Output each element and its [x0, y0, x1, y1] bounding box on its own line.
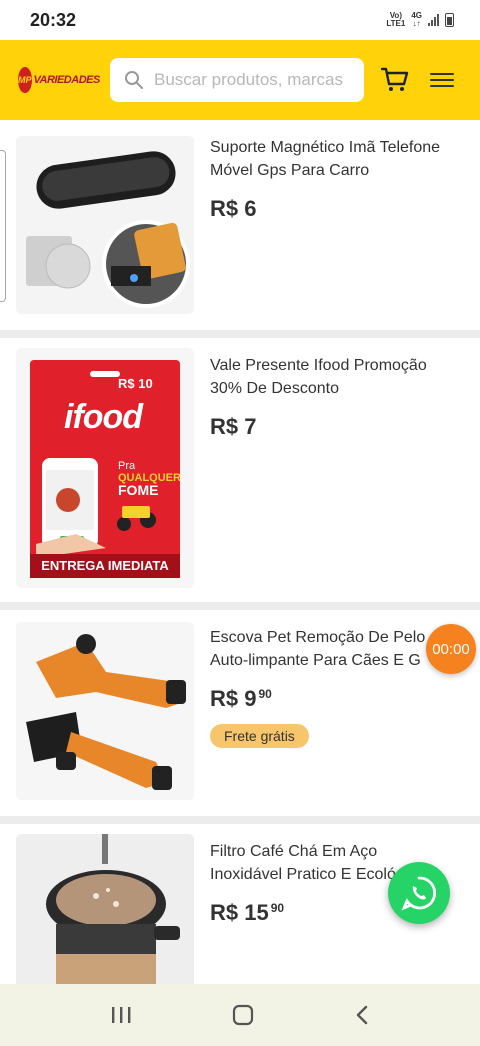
product-image[interactable]: [16, 622, 194, 800]
app-header: MP VARIEDADES: [0, 40, 480, 120]
product-image[interactable]: [16, 834, 194, 984]
search-icon: [125, 71, 143, 89]
product-image[interactable]: R$ 10 ifood Pra QUALQUER FOME ENTREGA IM…: [16, 348, 194, 588]
timer-bubble[interactable]: 00:00: [426, 624, 476, 674]
product-info: Suporte Magnético Imã Telefone Móvel Gps…: [210, 136, 472, 222]
status-bar: 20:32 Vo) LTE1 4G ↓↑: [0, 0, 480, 40]
product-title[interactable]: Suporte Magnético Imã Telefone Móvel Gps…: [210, 136, 472, 182]
back-icon[interactable]: [354, 1004, 370, 1026]
product-info: Vale Presente Ifood Promoção 30% De Desc…: [210, 354, 472, 440]
logo-mark: MP: [18, 67, 32, 93]
system-nav-bar: [0, 984, 480, 1046]
product-price: R$ 9 90: [210, 686, 272, 711]
gift-card-banner: ENTREGA IMEDIATA: [41, 558, 169, 573]
pet-brush-image: [16, 622, 194, 800]
gift-card-tagline: Pra QUALQUER FOME: [118, 460, 181, 498]
magnetic-phone-holder-image: [16, 136, 194, 314]
data-indicator: 4G ↓↑: [411, 11, 422, 28]
search-input[interactable]: [154, 70, 354, 90]
gift-card-value: R$ 10: [118, 376, 153, 391]
search-box[interactable]: [110, 58, 364, 102]
product-card[interactable]: Escova Pet Remoção De Pelo Auto-limpante…: [0, 610, 480, 816]
cart-icon: [381, 67, 409, 91]
product-image[interactable]: [16, 136, 194, 314]
battery-icon: [445, 13, 454, 27]
logo-text: VARIEDADES: [33, 74, 101, 86]
volte-indicator: Vo) LTE1: [386, 11, 406, 28]
product-price: R$ 7: [210, 414, 257, 439]
product-list: Suporte Magnético Imã Telefone Móvel Gps…: [0, 120, 480, 984]
status-icons: Vo) LTE1 4G ↓↑: [386, 12, 454, 28]
coffee-filter-image: [16, 834, 194, 984]
store-logo[interactable]: MP VARIEDADES: [18, 63, 100, 97]
gift-card-brand: ifood: [64, 398, 143, 436]
product-card[interactable]: R$ 10 ifood Pra QUALQUER FOME ENTREGA IM…: [0, 338, 480, 602]
status-time: 20:32: [30, 9, 77, 30]
free-shipping-badge: Frete grátis: [210, 724, 309, 748]
product-title[interactable]: Vale Presente Ifood Promoção 30% De Desc…: [210, 354, 472, 400]
whatsapp-button[interactable]: [388, 862, 450, 924]
cart-button[interactable]: [380, 65, 410, 95]
home-icon[interactable]: [232, 1004, 254, 1026]
product-card[interactable]: Suporte Magnético Imã Telefone Móvel Gps…: [0, 120, 480, 330]
product-price: R$ 6: [210, 196, 257, 221]
side-tab[interactable]: [0, 150, 6, 302]
menu-icon[interactable]: [430, 68, 454, 92]
recent-apps-icon[interactable]: [110, 1005, 132, 1025]
whatsapp-icon: [401, 876, 437, 911]
signal-icon: [428, 14, 439, 26]
